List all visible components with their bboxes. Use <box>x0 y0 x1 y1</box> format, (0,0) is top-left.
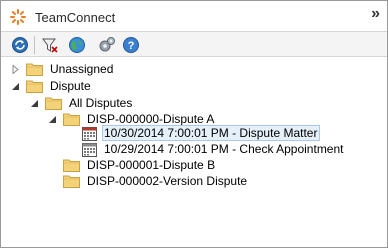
collapse-arrow-icon[interactable] <box>11 82 20 91</box>
tree-node-label: All Disputes <box>69 96 133 110</box>
help-icon[interactable]: ? <box>122 36 140 54</box>
title-bar: TeamConnect » <box>1 1 387 30</box>
tree-node-label: Unassigned <box>50 62 114 76</box>
folder-icon <box>63 159 80 172</box>
collapse-arrow-icon[interactable] <box>30 99 39 108</box>
teamconnect-logo-icon <box>10 9 26 25</box>
tree-node-dispute[interactable]: Dispute <box>11 77 94 95</box>
calendar-icon <box>82 142 97 157</box>
collapse-panel-button[interactable]: » <box>371 6 380 22</box>
app-title: TeamConnect <box>35 10 116 25</box>
expand-arrow-icon[interactable] <box>11 64 20 74</box>
folder-icon <box>26 63 43 76</box>
toolbar-separator <box>34 36 35 54</box>
collapse-arrow-icon[interactable] <box>48 115 57 124</box>
tree-node-label: 10/29/2014 7:00:01 PM - Check Appointmen… <box>104 142 344 156</box>
tree-node-label: DISP-000001-Dispute B <box>87 158 216 172</box>
folder-icon <box>45 97 62 110</box>
calendar-icon <box>82 126 97 141</box>
toolbar: ? <box>1 31 387 57</box>
tree-node-label: Dispute <box>50 79 91 93</box>
tree-node-unassigned[interactable]: Unassigned <box>11 60 116 78</box>
tree-view: Unassigned Dispute All Disputes DISP-000… <box>1 58 387 247</box>
tree-node-version-dispute[interactable]: DISP-000002-Version Dispute <box>63 172 250 190</box>
svg-text:?: ? <box>128 40 135 52</box>
globe-icon[interactable] <box>68 36 86 54</box>
tree-node-label: 10/30/2014 7:00:01 PM - Dispute Matter <box>102 125 321 141</box>
refresh-icon[interactable] <box>11 36 29 54</box>
filter-icon[interactable] <box>41 36 59 54</box>
folder-icon <box>26 80 43 93</box>
gears-icon[interactable] <box>98 36 116 54</box>
folder-icon <box>63 113 80 126</box>
teamconnect-panel: TeamConnect » ? Unassigned Dispute All D… <box>0 0 388 248</box>
folder-icon <box>63 175 80 188</box>
tree-node-label: DISP-000002-Version Dispute <box>87 174 248 188</box>
